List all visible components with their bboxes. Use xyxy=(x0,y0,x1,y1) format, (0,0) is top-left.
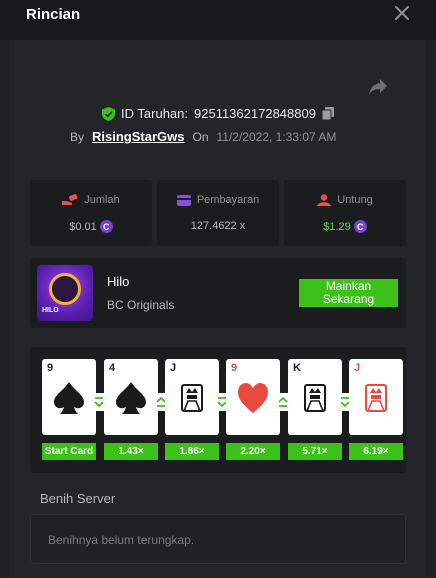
bet-id-row: ID Taruhan: 92511362172848809 xyxy=(0,106,436,121)
payout-stat: Pembayaran 127.4622 x xyxy=(157,180,279,246)
server-seed-title: Benih Server xyxy=(40,491,116,506)
game-thumb-label: HILO xyxy=(42,307,59,314)
by-label: By xyxy=(70,130,85,144)
bet-id-value: 92511362172848809 xyxy=(194,106,316,121)
modal-header: Rincian xyxy=(0,0,436,40)
bet-id-label: ID Taruhan: xyxy=(121,106,188,121)
playing-card: K xyxy=(288,359,342,435)
playing-card: J xyxy=(165,359,219,435)
playing-card: 4 xyxy=(104,359,158,435)
coin-icon: C xyxy=(353,220,367,233)
coin-icon: C xyxy=(99,220,113,233)
heart-suit-icon xyxy=(238,383,268,413)
server-seed-box: Benihnya belum terungkap. xyxy=(30,514,406,564)
cards-history-panel: 9 Start Card 4 1.43× J 1.86× 9 2.20× K 5.71× J 6.19… xyxy=(30,347,406,473)
on-label: On xyxy=(192,130,209,144)
payout-label: Pembayaran xyxy=(196,194,260,206)
bet-hand-icon xyxy=(62,194,78,205)
face-card-icon xyxy=(181,384,203,412)
playing-card: 9 xyxy=(42,359,96,435)
card-multiplier: 5.71× xyxy=(288,443,342,460)
play-now-label-line2: Sekarang xyxy=(322,292,375,306)
playing-card: J xyxy=(349,359,403,435)
game-thumbnail[interactable]: HILO xyxy=(37,265,93,321)
chevron-up-icon xyxy=(278,397,288,407)
wallet-icon xyxy=(176,194,191,206)
card-rank: 9 xyxy=(47,362,54,374)
profit-label: Untung xyxy=(337,194,373,206)
card-rank: 9 xyxy=(231,362,238,374)
bet-datetime: 11/2/2022, 1:33:07 AM xyxy=(216,130,337,144)
card-multiplier: 6.19× xyxy=(349,443,403,460)
modal-title: Rincian xyxy=(26,6,81,23)
amount-label: Jumlah xyxy=(84,194,120,206)
chevron-down-icon xyxy=(94,397,104,407)
close-icon[interactable] xyxy=(394,5,410,21)
card-rank: J xyxy=(170,362,177,374)
shield-check-icon xyxy=(102,106,116,121)
card-rank: J xyxy=(354,362,361,374)
card-multiplier: Start Card xyxy=(42,443,96,460)
card-multiplier: 1.86× xyxy=(165,443,219,460)
profit-stat: Untung $1.29 C xyxy=(284,180,406,246)
profit-user-icon xyxy=(317,194,332,206)
hilo-logo-icon xyxy=(49,273,81,305)
username-link[interactable]: RisingStarGws xyxy=(92,129,184,144)
spade-suit-icon xyxy=(116,382,146,414)
card-rank: 4 xyxy=(109,362,116,374)
amount-value: $0.01 xyxy=(69,220,97,233)
face-card-icon xyxy=(365,384,387,412)
game-provider: BC Originals xyxy=(107,298,175,312)
share-icon[interactable] xyxy=(368,78,388,96)
profit-value: $1.29 xyxy=(323,220,351,233)
face-card-icon xyxy=(304,384,326,412)
payout-value: 127.4622 x xyxy=(190,220,246,232)
card-multiplier: 1.43× xyxy=(104,443,158,460)
spade-suit-icon xyxy=(54,382,84,414)
bet-byline: By RisingStarGws On 11/2/2022, 1:33:07 A… xyxy=(70,129,336,144)
copy-icon[interactable] xyxy=(321,107,334,120)
playing-card: 9 xyxy=(226,359,280,435)
game-panel: HILO Hilo BC Originals Mainkan Sekarang xyxy=(30,258,406,328)
card-rank: K xyxy=(293,362,301,374)
play-now-button[interactable]: Mainkan Sekarang xyxy=(299,279,398,307)
card-multiplier: 2.20× xyxy=(226,443,280,460)
amount-stat: Jumlah $0.01 C xyxy=(30,180,152,246)
server-seed-placeholder: Benihnya belum terungkap. xyxy=(48,533,195,547)
game-name: Hilo xyxy=(107,274,130,289)
